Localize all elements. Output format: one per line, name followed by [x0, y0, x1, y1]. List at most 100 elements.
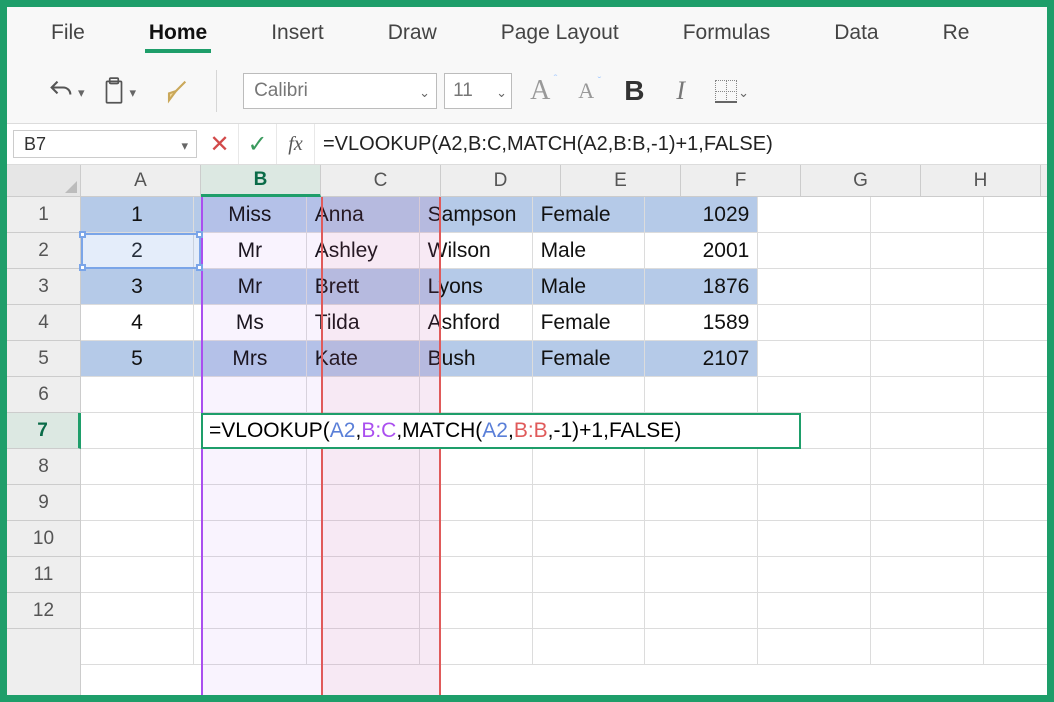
cell[interactable] — [81, 413, 194, 449]
cell[interactable] — [533, 629, 646, 665]
cell[interactable] — [307, 557, 420, 593]
cell[interactable] — [420, 413, 533, 449]
cell[interactable] — [307, 521, 420, 557]
cell[interactable]: 1589 — [645, 305, 758, 341]
cell[interactable]: Wilson — [420, 233, 533, 269]
tab-page-layout[interactable]: Page Layout — [497, 11, 623, 55]
cell[interactable] — [645, 413, 758, 449]
column-header[interactable]: A — [81, 165, 201, 196]
row-header[interactable]: 4 — [7, 305, 80, 341]
cell[interactable] — [81, 557, 194, 593]
cell[interactable] — [758, 593, 871, 629]
cell[interactable]: Bush — [420, 341, 533, 377]
cell[interactable]: Tilda — [307, 305, 420, 341]
cell[interactable] — [758, 197, 871, 233]
cell[interactable] — [81, 485, 194, 521]
cell[interactable] — [420, 629, 533, 665]
tab-data[interactable]: Data — [830, 11, 882, 55]
decrease-font-button[interactable]: Aˇ — [578, 78, 594, 104]
cell[interactable] — [307, 629, 420, 665]
row-header[interactable]: 5 — [7, 341, 80, 377]
font-name-dropdown[interactable]: Calibri ⌄ — [243, 73, 437, 109]
cell[interactable] — [871, 521, 984, 557]
tab-review-truncated[interactable]: Re — [939, 11, 974, 55]
cell[interactable]: 4 — [81, 305, 194, 341]
cell[interactable] — [984, 557, 1047, 593]
cell[interactable] — [533, 413, 646, 449]
cell[interactable] — [645, 593, 758, 629]
cell[interactable] — [420, 521, 533, 557]
tab-home[interactable]: Home — [145, 11, 211, 55]
cell[interactable]: 1876 — [645, 269, 758, 305]
cell[interactable] — [984, 521, 1047, 557]
cell[interactable] — [81, 629, 194, 665]
cell[interactable] — [307, 377, 420, 413]
select-all-corner[interactable] — [7, 165, 81, 197]
tab-file[interactable]: File — [47, 11, 89, 55]
cell[interactable]: Anna — [307, 197, 420, 233]
cell[interactable] — [758, 557, 871, 593]
row-header[interactable]: 12 — [7, 593, 80, 629]
cell[interactable] — [194, 485, 307, 521]
cell[interactable] — [984, 305, 1047, 341]
cell[interactable] — [420, 593, 533, 629]
cell[interactable] — [533, 449, 646, 485]
italic-button[interactable]: I — [676, 76, 685, 106]
cell[interactable] — [420, 557, 533, 593]
column-header[interactable]: B — [201, 165, 321, 197]
cell[interactable] — [758, 377, 871, 413]
cell[interactable]: Female — [533, 341, 646, 377]
cell[interactable]: Female — [533, 305, 646, 341]
column-header[interactable]: E — [561, 165, 681, 196]
cell[interactable] — [984, 197, 1047, 233]
undo-button[interactable]: ▾ — [43, 75, 89, 107]
cell[interactable] — [533, 377, 646, 413]
cell[interactable] — [194, 557, 307, 593]
cell[interactable] — [871, 233, 984, 269]
cell[interactable]: Mr — [194, 269, 307, 305]
tab-insert[interactable]: Insert — [267, 11, 328, 55]
cell[interactable]: Ms — [194, 305, 307, 341]
cell[interactable] — [81, 449, 194, 485]
cell[interactable] — [194, 449, 307, 485]
cell[interactable]: Male — [533, 269, 646, 305]
cell[interactable] — [871, 557, 984, 593]
cell[interactable]: 2001 — [645, 233, 758, 269]
cell[interactable] — [758, 485, 871, 521]
cell[interactable] — [194, 629, 307, 665]
column-header[interactable] — [1041, 165, 1047, 196]
cell[interactable]: 3 — [81, 269, 194, 305]
cell[interactable] — [645, 485, 758, 521]
borders-button[interactable]: ⌄ — [705, 80, 749, 102]
row-header[interactable]: 3 — [7, 269, 80, 305]
column-header[interactable]: C — [321, 165, 441, 196]
cell[interactable] — [194, 593, 307, 629]
row-header[interactable]: 1 — [7, 197, 80, 233]
cell[interactable] — [645, 449, 758, 485]
cell[interactable] — [194, 413, 307, 449]
enter-button[interactable]: ✓ — [239, 124, 277, 164]
cell[interactable] — [645, 629, 758, 665]
cell[interactable] — [984, 629, 1047, 665]
cell[interactable] — [758, 269, 871, 305]
tab-draw[interactable]: Draw — [384, 11, 441, 55]
cell[interactable] — [871, 197, 984, 233]
cell[interactable] — [81, 377, 194, 413]
cell[interactable] — [758, 629, 871, 665]
row-header[interactable]: 2 — [7, 233, 80, 269]
cell[interactable]: Ashford — [420, 305, 533, 341]
cell[interactable] — [307, 413, 420, 449]
cell[interactable] — [194, 377, 307, 413]
cell[interactable] — [871, 629, 984, 665]
insert-function-button[interactable]: fx — [277, 124, 315, 164]
cell[interactable] — [758, 341, 871, 377]
cell[interactable] — [420, 449, 533, 485]
cell[interactable] — [871, 377, 984, 413]
row-header[interactable]: 11 — [7, 557, 80, 593]
cell[interactable] — [871, 413, 984, 449]
font-size-dropdown[interactable]: 11 ⌄ — [444, 73, 512, 109]
tab-formulas[interactable]: Formulas — [679, 11, 775, 55]
row-header[interactable]: 9 — [7, 485, 80, 521]
cell[interactable] — [984, 341, 1047, 377]
cell[interactable] — [871, 485, 984, 521]
